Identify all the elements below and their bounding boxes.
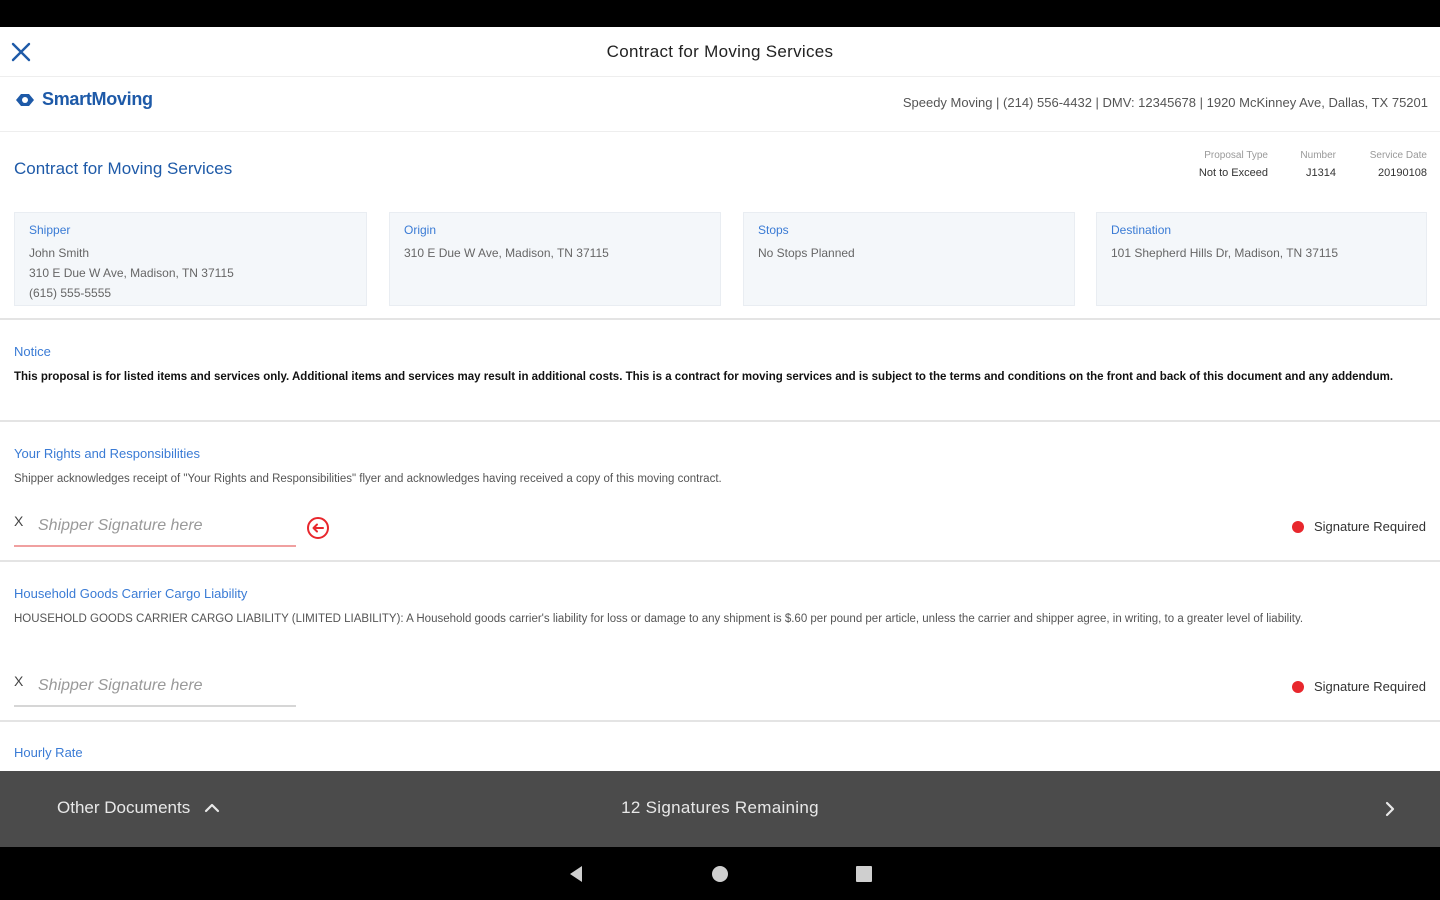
- meta-label: Proposal Type: [1204, 150, 1268, 161]
- card-line: 310 E Due W Ave, Madison, TN 37115: [29, 266, 234, 280]
- liability-signature-status: Signature Required: [1291, 679, 1426, 694]
- company-logo: SmartMoving: [14, 89, 153, 110]
- logo-text: SmartMoving: [42, 89, 153, 109]
- rights-signature-field[interactable]: X Shipper Signature here: [14, 513, 296, 547]
- required-dot-icon: [1291, 680, 1304, 693]
- contract-title: Contract for Moving Services: [14, 159, 233, 178]
- signature-placeholder: Shipper Signature here: [38, 517, 203, 534]
- liability-text: HOUSEHOLD GOODS CARRIER CARGO LIABILITY …: [14, 613, 1304, 625]
- signature-line-active: [14, 545, 296, 547]
- signature-x-mark: X: [14, 673, 24, 689]
- meta-label: Service Date: [1369, 150, 1427, 161]
- card-label: Shipper: [29, 223, 71, 237]
- card-stops: Stops No Stops Planned: [743, 212, 1075, 306]
- meta-number: Number J1314: [1300, 150, 1336, 179]
- divider: [0, 560, 1440, 562]
- card-destination: Destination 101 Shepherd Hills Dr, Madis…: [1096, 212, 1427, 306]
- signature-required-text: Signature Required: [1313, 519, 1426, 534]
- card-label: Origin: [404, 223, 437, 237]
- rights-text: Shipper acknowledges receipt of "Your Ri…: [14, 473, 722, 485]
- company-header: SmartMoving Speedy Moving | (214) 556-44…: [0, 77, 1440, 132]
- system-nav-bar: [0, 847, 1440, 900]
- required-dot-icon: [1291, 520, 1304, 533]
- card-line: (615) 555-5555: [29, 286, 112, 300]
- nav-recents-button[interactable]: [853, 863, 875, 885]
- chevron-right-icon: [1385, 801, 1395, 817]
- card-label: Destination: [1111, 223, 1172, 237]
- signature-x-mark: X: [14, 513, 24, 529]
- rights-signature-status: Signature Required: [1291, 519, 1426, 534]
- contract-screen: Contract for Moving Services SmartMoving…: [0, 27, 1440, 771]
- card-line: 310 E Due W Ave, Madison, TN 37115: [404, 246, 609, 260]
- notice-label: Notice: [14, 344, 51, 359]
- card-line: John Smith: [29, 246, 90, 260]
- nav-back-button[interactable]: [565, 863, 587, 885]
- status-bar: [0, 0, 1440, 27]
- signature-required-text: Signature Required: [1313, 679, 1426, 694]
- bottom-action-bar: Other Documents 12 Signatures Remaining: [0, 771, 1440, 847]
- divider: [0, 420, 1440, 422]
- signatures-remaining: 12 Signatures Remaining: [621, 798, 819, 817]
- meta-value: J1314: [1306, 167, 1336, 179]
- card-label: Stops: [758, 223, 789, 237]
- meta-service-date: Service Date 20190108: [1370, 150, 1427, 179]
- page-title: Contract for Moving Services: [606, 42, 834, 61]
- smartmoving-logo-icon: [16, 93, 34, 106]
- divider: [0, 720, 1440, 722]
- meta-proposal-type: Proposal Type Not to Exceed: [1199, 150, 1268, 179]
- go-to-signature-button[interactable]: [306, 516, 330, 540]
- rights-label: Your Rights and Responsibilities: [14, 446, 200, 461]
- arrow-left-circle-icon: [307, 517, 329, 539]
- card-shipper: Shipper John Smith 310 E Due W Ave, Madi…: [14, 212, 367, 306]
- divider: [0, 318, 1440, 320]
- signature-line: [14, 705, 296, 707]
- next-signature-button[interactable]: [1376, 795, 1404, 823]
- card-line: No Stops Planned: [758, 246, 855, 260]
- recents-square-icon: [856, 866, 872, 882]
- company-info: Speedy Moving | (214) 556-4432 | DMV: 12…: [902, 95, 1428, 110]
- home-circle-icon: [712, 866, 728, 882]
- top-app-bar: Contract for Moving Services: [0, 27, 1440, 77]
- signature-placeholder: Shipper Signature here: [38, 677, 203, 694]
- card-line: 101 Shepherd Hills Dr, Madison, TN 37115: [1111, 246, 1339, 260]
- card-origin: Origin 310 E Due W Ave, Madison, TN 3711…: [389, 212, 721, 306]
- meta-value: 20190108: [1378, 167, 1427, 179]
- back-triangle-icon: [570, 866, 582, 882]
- hourly-rate-label: Hourly Rate: [14, 745, 83, 760]
- contract-header: Contract for Moving Services Proposal Ty…: [0, 132, 1440, 317]
- meta-value: Not to Exceed: [1198, 167, 1268, 179]
- liability-signature-field[interactable]: X Shipper Signature here: [14, 673, 296, 707]
- nav-home-button[interactable]: [709, 863, 731, 885]
- meta-label: Number: [1300, 150, 1336, 161]
- liability-label: Household Goods Carrier Cargo Liability: [14, 586, 248, 601]
- notice-text: This proposal is for listed items and se…: [14, 371, 1394, 383]
